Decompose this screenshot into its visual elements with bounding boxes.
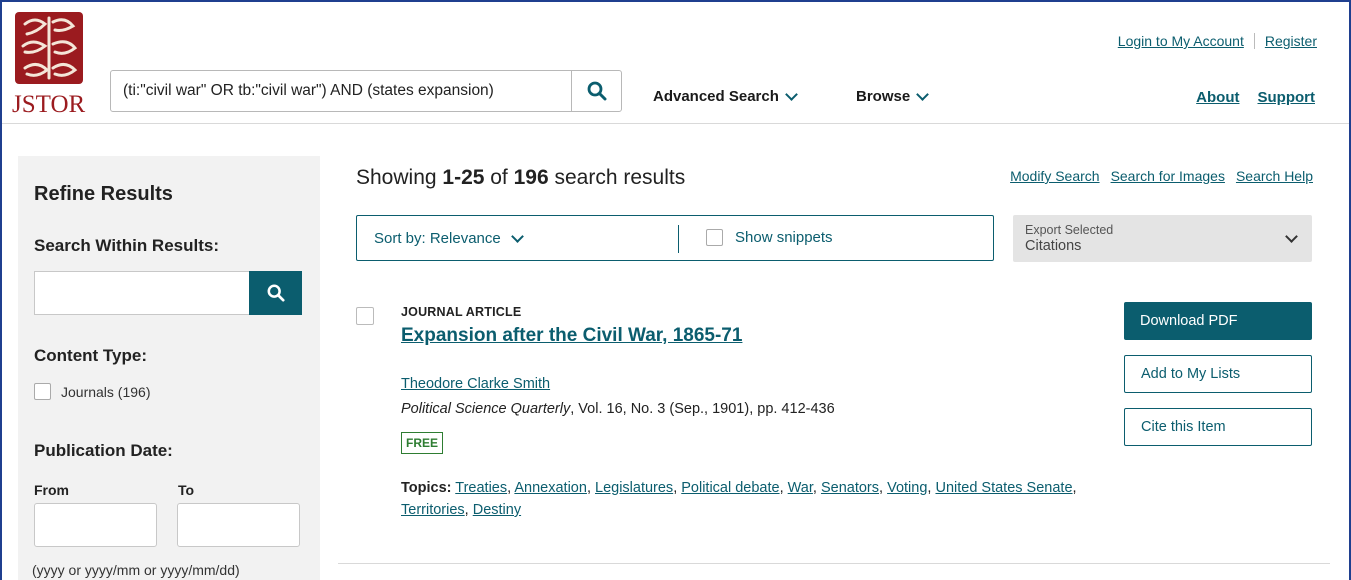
logo-wordmark: JSTOR (12, 91, 86, 118)
from-date-input[interactable] (34, 503, 157, 547)
topic-link[interactable]: Voting (887, 480, 927, 496)
topics-label: Topics: (401, 480, 452, 496)
advanced-search-menu[interactable]: Advanced Search (653, 87, 798, 105)
result-divider (338, 563, 1330, 564)
show-snippets-toggle[interactable]: Show snippets (706, 229, 833, 246)
snippets-checkbox[interactable] (706, 229, 723, 246)
chevron-down-icon (510, 229, 524, 243)
journals-filter[interactable]: Journals (196) (34, 383, 151, 400)
item-author-link[interactable]: Theodore Clarke Smith (401, 376, 550, 392)
search-help-link[interactable]: Search Help (1236, 168, 1313, 184)
item-title-link[interactable]: Expansion after the Civil War, 1865-71 (401, 325, 742, 347)
topic-link[interactable]: Treaties (455, 480, 507, 496)
advanced-search-label: Advanced Search (653, 88, 779, 105)
sort-label: Sort by: Relevance (374, 230, 501, 247)
search-field[interactable]: (ti:"civil war" OR tb:"civil war") AND (… (110, 70, 622, 112)
results-count: Showing 1-25 of 196 search results (356, 166, 685, 190)
from-label: From (34, 482, 69, 498)
journals-label: Journals (196) (61, 383, 151, 400)
item-source: Political Science Quarterly, Vol. 16, No… (401, 401, 835, 417)
results-total: 196 (513, 166, 549, 189)
content-type-heading: Content Type: (34, 346, 148, 365)
toolbar-divider (678, 225, 679, 253)
search-within-button[interactable] (249, 271, 302, 315)
refine-sidebar: Refine Results Search Within Results: Co… (18, 156, 320, 580)
export-label-line1: Export Selected (1025, 223, 1114, 237)
link-divider (1253, 33, 1255, 49)
export-label-line2: Citations (1025, 238, 1082, 254)
chevron-down-icon (916, 87, 930, 101)
sort-dropdown[interactable]: Sort by: Relevance (374, 229, 524, 247)
free-badge: FREE (401, 432, 444, 454)
results-of: of (484, 166, 514, 189)
browse-label: Browse (856, 88, 911, 105)
results-prefix: Showing (356, 166, 443, 189)
browse-menu[interactable]: Browse (856, 87, 930, 105)
results-suffix: search results (548, 166, 686, 189)
item-select-checkbox[interactable] (356, 307, 374, 325)
journals-checkbox[interactable] (34, 383, 51, 400)
item-topics: Topics: Treaties, Annexation, Legislatur… (401, 480, 1077, 518)
refine-title: Refine Results (34, 183, 173, 205)
topic-link[interactable]: Political debate (681, 480, 779, 496)
search-button[interactable] (571, 71, 621, 111)
snippets-label: Show snippets (735, 229, 833, 246)
topic-link[interactable]: War (788, 480, 813, 496)
support-link[interactable]: Support (1258, 89, 1316, 106)
topic-link[interactable]: Destiny (473, 502, 521, 518)
about-link[interactable]: About (1196, 89, 1239, 106)
to-date-input[interactable] (177, 503, 300, 547)
publication-date-heading: Publication Date: (34, 441, 173, 460)
search-images-link[interactable]: Search for Images (1111, 168, 1225, 184)
topic-link[interactable]: Annexation (514, 480, 587, 496)
modify-search-link[interactable]: Modify Search (1010, 168, 1099, 184)
date-format-hint: (yyyy or yyyy/mm or yyyy/mm/dd) (32, 562, 240, 578)
search-within-heading: Search Within Results: (34, 236, 219, 255)
register-link[interactable]: Register (1265, 33, 1317, 49)
chevron-down-icon (785, 87, 798, 101)
sort-toolbar: Sort by: Relevance Show snippets (356, 215, 994, 261)
search-within-input[interactable] (34, 271, 250, 315)
search-icon (267, 284, 285, 302)
item-type: JOURNAL ARTICLE (401, 305, 522, 319)
topic-link[interactable]: Legislatures (595, 480, 673, 496)
results-range: 1-25 (442, 166, 485, 189)
export-citations-dropdown[interactable]: Export Selected Citations (1013, 215, 1312, 262)
topic-link[interactable]: Senators (821, 480, 879, 496)
add-to-lists-button[interactable]: Add to My Lists (1124, 355, 1312, 393)
jstor-seal-icon (15, 12, 83, 84)
info-links: About Support (1196, 89, 1315, 106)
journal-name: Political Science Quarterly (401, 401, 571, 417)
to-label: To (178, 482, 195, 498)
login-link[interactable]: Login to My Account (1118, 33, 1244, 49)
issue-details: , Vol. 16, No. 3 (Sep., 1901), pp. 412-4… (570, 401, 835, 417)
site-header: JSTOR (ti:"civil war" OR tb:"civil war")… (2, 2, 1349, 124)
jstor-logo[interactable]: JSTOR (12, 12, 94, 118)
topic-link[interactable]: Territories (401, 502, 465, 518)
search-icon (587, 81, 606, 101)
download-pdf-button[interactable]: Download PDF (1124, 302, 1312, 340)
search-query[interactable]: (ti:"civil war" OR tb:"civil war") AND (… (123, 82, 563, 100)
chevron-down-icon (1285, 230, 1298, 243)
cite-item-button[interactable]: Cite this Item (1124, 408, 1312, 446)
account-links: Login to My Account Register (1118, 33, 1317, 49)
topic-link[interactable]: United States Senate (935, 480, 1072, 496)
search-help-links: Modify Search Search for Images Search H… (1010, 168, 1313, 184)
